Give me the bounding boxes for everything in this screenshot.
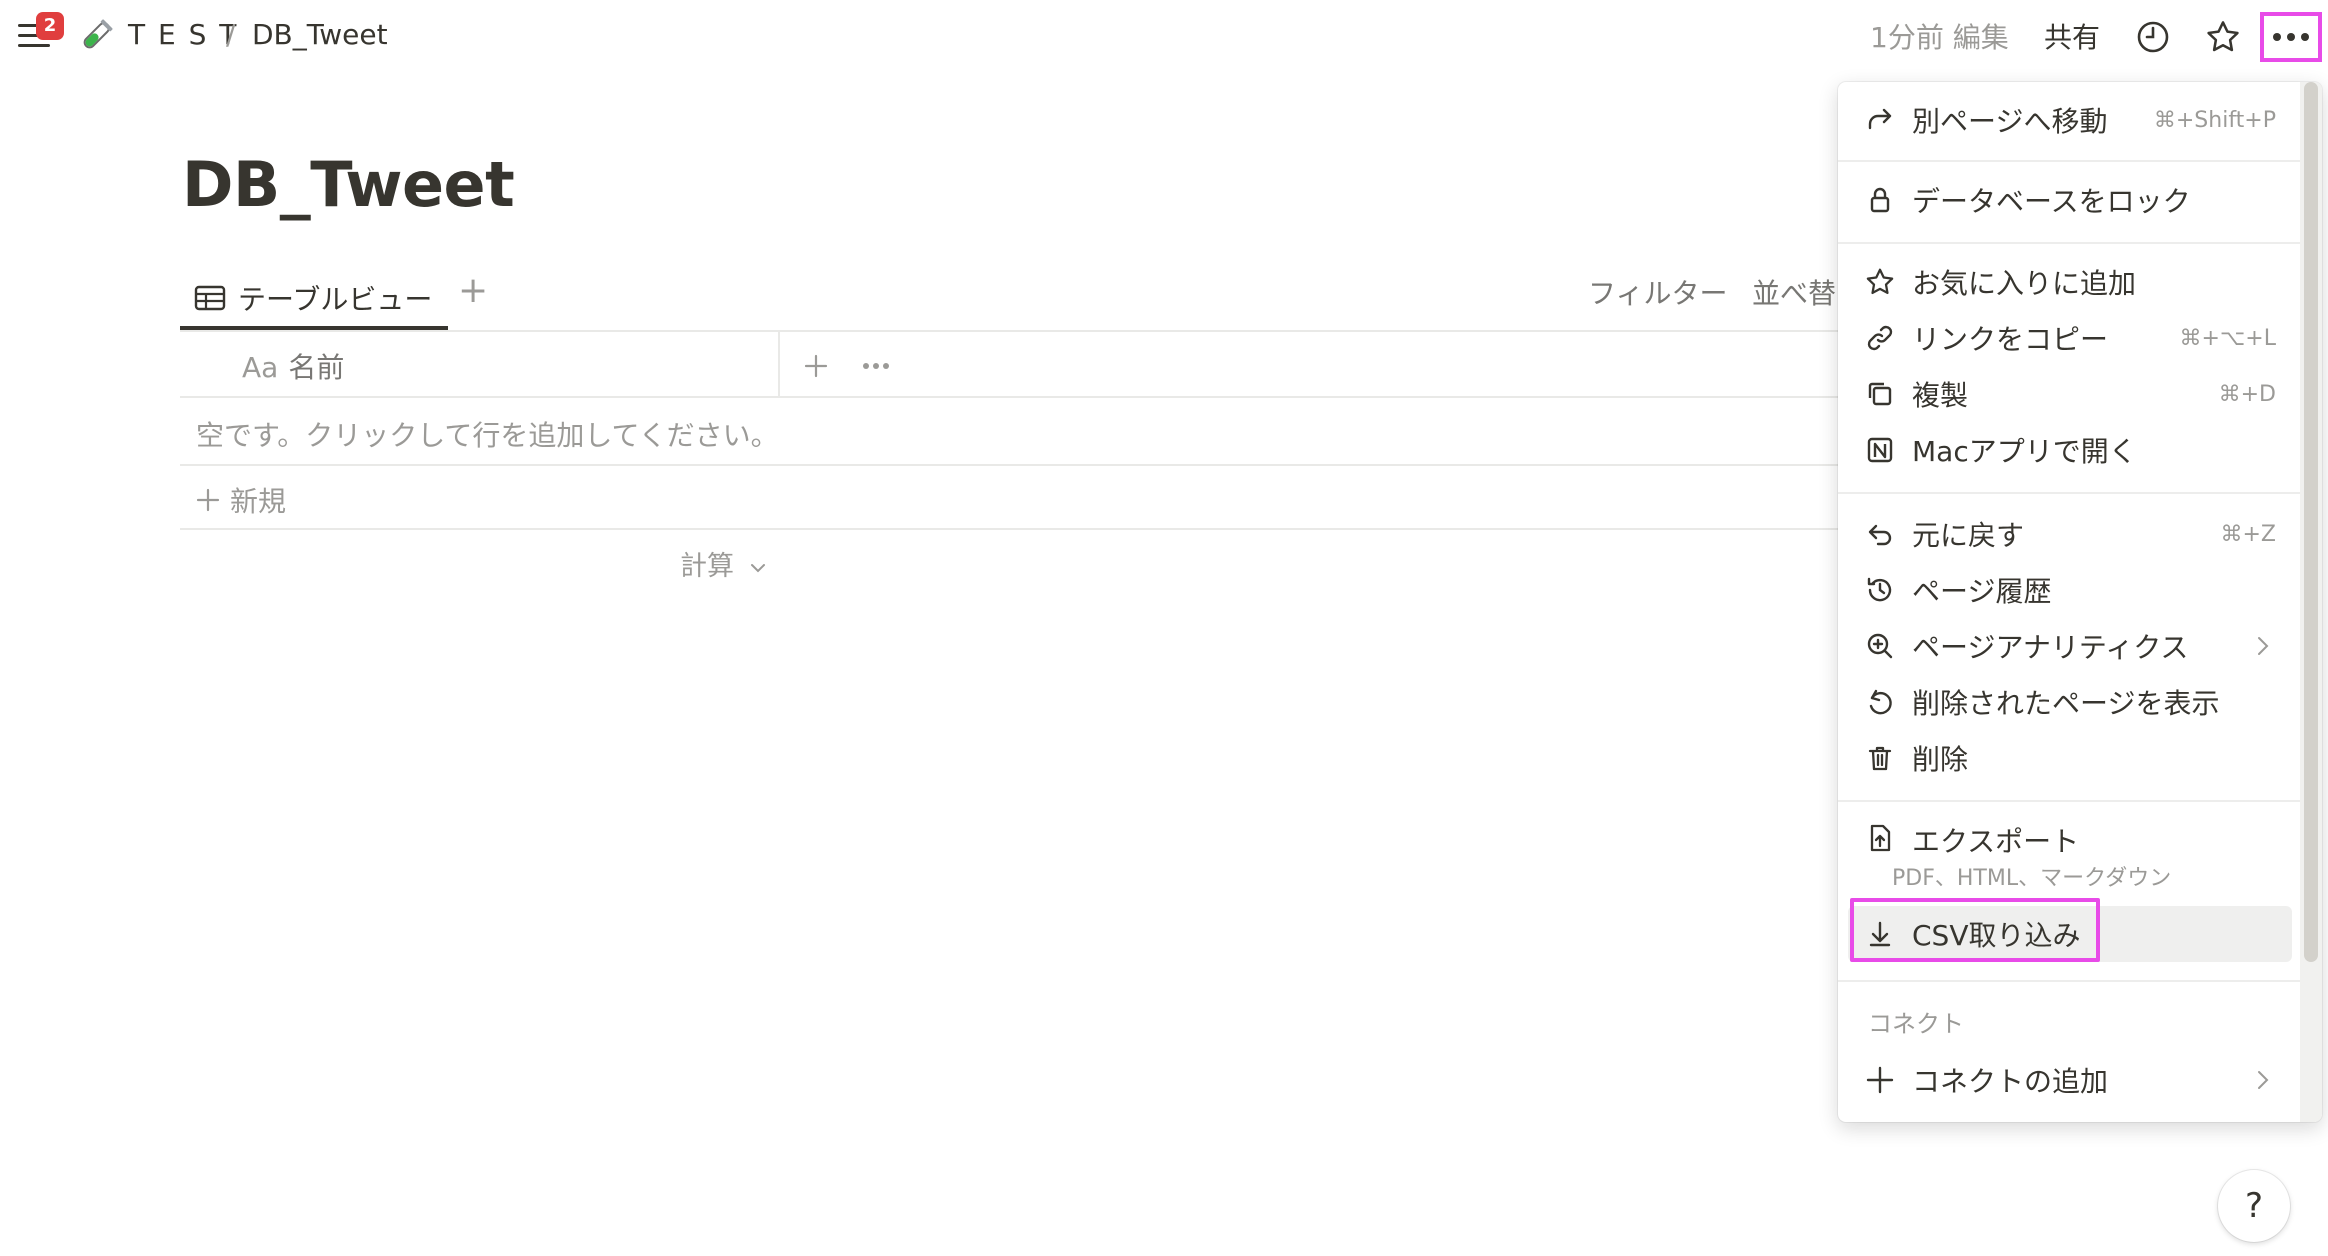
favorite-star-icon[interactable]	[2202, 16, 2244, 58]
plus-icon	[804, 354, 828, 378]
help-button[interactable]: ?	[2218, 1170, 2290, 1242]
connect-section-heading: コネクト	[1868, 1010, 1964, 1038]
tab-label: テーブルビュー	[238, 283, 433, 316]
menu-separator	[1838, 800, 2300, 802]
menu-item-delete[interactable]: 削除	[1848, 730, 2292, 786]
sort-button[interactable]: 並べ替	[1752, 272, 1836, 312]
star-icon	[1848, 266, 1912, 298]
add-property-button[interactable]	[796, 346, 836, 386]
table-header-top-border	[180, 330, 1840, 332]
column-name-label: 名前	[288, 351, 345, 384]
menu-separator	[1838, 980, 2300, 982]
property-options-button[interactable]	[856, 346, 896, 386]
undo-icon	[1848, 518, 1912, 550]
menu-item-add-connection[interactable]: コネクトの追加	[1848, 1052, 2292, 1108]
plus-icon	[1848, 1065, 1912, 1095]
breadcrumb-current[interactable]: DB_Tweet	[252, 18, 388, 51]
column-header-name[interactable]: Aa 名前	[242, 346, 344, 386]
updates-clock-icon[interactable]	[2132, 16, 2174, 58]
last-edited-text: 1分前 編集	[1870, 21, 2009, 54]
analytics-icon	[1848, 630, 1912, 662]
menu-item-show-deleted-pages[interactable]: 削除されたページを表示	[1848, 674, 2292, 730]
table-header-bottom-border	[180, 396, 1840, 398]
link-icon	[1848, 322, 1912, 354]
breadcrumb-separator: /	[226, 18, 236, 51]
menu-item-label: 削除されたページを表示	[1912, 687, 2220, 720]
menu-item-lock-database[interactable]: データベースをロック	[1848, 172, 2292, 228]
new-row-button[interactable]: 新規	[196, 480, 286, 520]
menu-scrollbar-thumb[interactable]	[2304, 82, 2318, 962]
menu-item-add-favorite[interactable]: お気に入りに追加	[1848, 254, 2292, 310]
add-view-button[interactable]: +	[458, 270, 488, 311]
page-title[interactable]: DB_Tweet	[182, 148, 515, 221]
top-bar: 2 T E S T / DB_Tweet 1分前 編集 共有	[0, 0, 2328, 72]
chevron-down-icon	[749, 562, 767, 574]
filter-button[interactable]: フィルター	[1588, 272, 1727, 312]
arrow-redirect-icon	[1848, 104, 1912, 136]
sidebar-toggle-button[interactable]: 2	[16, 12, 64, 54]
menu-item-shortcut: ⌘+Shift+P	[2153, 107, 2276, 133]
lock-icon	[1848, 184, 1912, 216]
menu-item-shortcut: ⌘+D	[2218, 381, 2276, 407]
menu-item-page-analytics[interactable]: ページアナリティクス	[1848, 618, 2292, 674]
menu-item-label: ページ履歴	[1912, 575, 2052, 608]
menu-item-shortcut: ⌘+Z	[2220, 521, 2276, 547]
restore-icon	[1848, 686, 1912, 718]
row-border	[180, 464, 1840, 466]
more-options-button[interactable]	[2260, 12, 2322, 62]
menu-item-duplicate[interactable]: 複製 ⌘+D	[1848, 366, 2292, 422]
menu-item-label: 元に戻す	[1912, 519, 2025, 552]
empty-table-message[interactable]: 空です。クリックして行を追加してください。	[196, 414, 779, 454]
breadcrumb-parent[interactable]: T E S T	[128, 18, 238, 51]
new-row-label: 新規	[230, 485, 287, 518]
column-divider	[778, 330, 780, 396]
tab-table-view[interactable]: テーブルビュー	[180, 268, 432, 328]
menu-item-label: コネクトの追加	[1912, 1065, 2109, 1098]
menu-item-undo[interactable]: 元に戻す ⌘+Z	[1848, 506, 2292, 562]
notification-badge: 2	[36, 12, 64, 40]
csv-import-highlight	[1850, 898, 2100, 962]
chevron-right-icon	[2256, 635, 2292, 657]
more-dots-icon	[863, 363, 889, 369]
history-icon	[1848, 574, 1912, 606]
table-icon	[194, 284, 226, 312]
menu-separator	[1838, 242, 2300, 244]
menu-item-label: エクスポート	[1912, 825, 2080, 858]
table-bottom-border	[180, 528, 1840, 530]
page-options-menu: 別ページへ移動 ⌘+Shift+P データベースをロック お気に入りに追加 リン…	[1838, 82, 2322, 1122]
test-tube-icon	[78, 18, 114, 54]
text-type-icon: Aa	[242, 351, 279, 384]
plus-icon	[196, 488, 220, 512]
notion-app-icon	[1848, 434, 1912, 466]
share-button[interactable]: 共有	[2044, 16, 2100, 56]
menu-item-label: 複製	[1912, 379, 1969, 412]
menu-scrollbar-track[interactable]	[2300, 82, 2322, 1122]
calculate-button[interactable]: 計算	[680, 544, 767, 583]
trash-icon	[1848, 742, 1912, 774]
menu-item-move-to[interactable]: 別ページへ移動 ⌘+Shift+P	[1848, 92, 2292, 148]
calculate-label: 計算	[680, 551, 734, 582]
export-icon	[1848, 810, 1912, 854]
menu-item-label: リンクをコピー	[1912, 323, 2109, 356]
menu-item-copy-link[interactable]: リンクをコピー ⌘+⌥+L	[1848, 310, 2292, 366]
more-dots-icon	[2273, 33, 2309, 41]
menu-item-shortcut: ⌘+⌥+L	[2179, 325, 2276, 351]
menu-item-open-mac-app[interactable]: Macアプリで開く	[1848, 422, 2292, 478]
menu-item-label: 別ページへ移動	[1912, 105, 2108, 138]
menu-item-label: お気に入りに追加	[1912, 267, 2137, 300]
menu-item-label: ページアナリティクス	[1912, 631, 2189, 664]
chevron-right-icon	[2256, 1069, 2292, 1091]
duplicate-icon	[1848, 378, 1912, 410]
menu-separator	[1838, 492, 2300, 494]
export-formats-subtitle: PDF、HTML、マークダウン	[1892, 866, 2172, 891]
menu-item-label: 削除	[1912, 743, 1969, 776]
menu-item-page-history[interactable]: ページ履歴	[1848, 562, 2292, 618]
menu-separator	[1838, 160, 2300, 162]
menu-item-label: データベースをロック	[1912, 185, 2191, 218]
menu-item-label: Macアプリで開く	[1912, 435, 2137, 468]
